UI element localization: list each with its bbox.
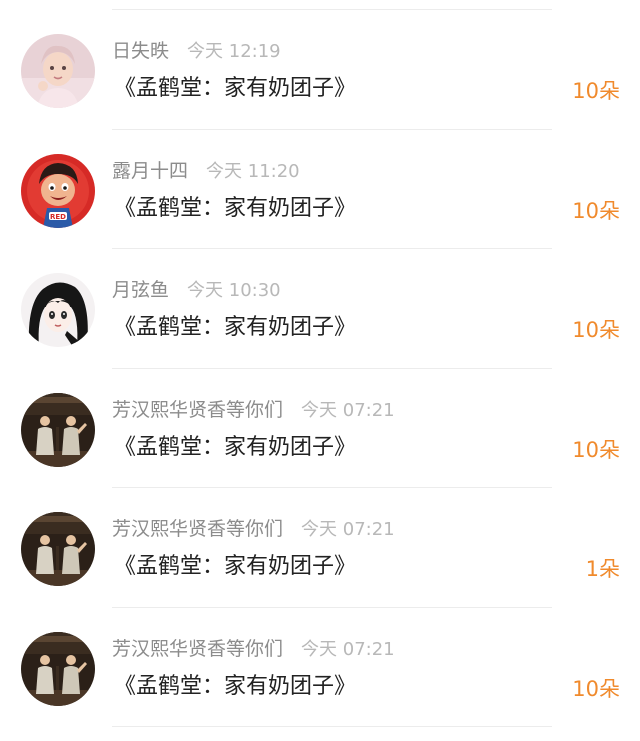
timestamp: 今天 10:30 xyxy=(187,280,281,301)
avatar[interactable] xyxy=(21,512,95,586)
avatar[interactable] xyxy=(21,392,95,467)
book-title[interactable]: 《孟鹤堂：家有奶团子》 xyxy=(114,552,356,582)
sender-name[interactable]: 芳汉熙华贤香等你们 xyxy=(112,638,283,660)
list-item[interactable]: 芳汉熙华贤香等你们 今天 07:21 《孟鹤堂：家有奶团子》 10朵 xyxy=(0,369,640,488)
list-item[interactable]: 日失昳 今天 12:19 《孟鹤堂：家有奶团子》 10朵 xyxy=(0,10,640,130)
sender-name[interactable]: 芳汉熙华贤香等你们 xyxy=(112,518,283,540)
flower-count: 10朵 xyxy=(572,198,620,223)
sender-name[interactable]: 日失昳 xyxy=(112,40,169,62)
flower-count: 10朵 xyxy=(572,79,620,103)
flower-count: 10朵 xyxy=(572,437,620,462)
avatar-stage-duo-icon xyxy=(21,512,95,586)
message-meta: 芳汉熙华贤香等你们 今天 07:21 xyxy=(112,637,395,661)
avatar-anime-girl-icon xyxy=(21,273,95,347)
message-meta: 芳汉熙华贤香等你们 今天 07:21 xyxy=(112,517,395,541)
sender-name[interactable]: 芳汉熙华贤香等你们 xyxy=(112,399,283,421)
book-title[interactable]: 《孟鹤堂：家有奶团子》 xyxy=(114,194,356,224)
list-item[interactable]: RED 露月十四 今天 11:20 《孟鹤堂：家有奶团子》 10朵 xyxy=(0,130,640,249)
message-meta: 露月十四 今天 11:20 xyxy=(112,159,300,183)
avatar[interactable]: RED xyxy=(21,153,95,228)
book-title[interactable]: 《孟鹤堂：家有奶团子》 xyxy=(114,313,356,343)
book-title[interactable]: 《孟鹤堂：家有奶团子》 xyxy=(114,74,356,104)
sender-name[interactable]: 月弦鱼 xyxy=(112,279,169,301)
sender-name[interactable]: 露月十四 xyxy=(112,160,188,182)
svg-text:RED: RED xyxy=(50,213,66,221)
message-list: 日失昳 今天 12:19 《孟鹤堂：家有奶团子》 10朵 RED 露月十四 今天… xyxy=(0,10,640,727)
list-item[interactable]: 芳汉熙华贤香等你们 今天 07:21 《孟鹤堂：家有奶团子》 10朵 xyxy=(0,608,640,727)
book-title[interactable]: 《孟鹤堂：家有奶团子》 xyxy=(114,433,356,463)
flower-count: 1朵 xyxy=(585,557,620,581)
avatar[interactable] xyxy=(21,273,95,347)
book-title[interactable]: 《孟鹤堂：家有奶团子》 xyxy=(114,672,356,702)
flower-count: 10朵 xyxy=(572,676,620,701)
avatar-child-photo-icon xyxy=(21,34,95,108)
list-item[interactable]: 芳汉熙华贤香等你们 今天 07:21 《孟鹤堂：家有奶团子》 1朵 xyxy=(0,488,640,608)
timestamp: 今天 07:21 xyxy=(301,638,395,660)
timestamp: 今天 12:19 xyxy=(187,41,281,62)
timestamp: 今天 07:21 xyxy=(301,519,395,540)
avatar-cartoon-red-icon: RED xyxy=(21,153,95,228)
row-divider xyxy=(112,726,552,727)
flower-count: 10朵 xyxy=(572,318,620,342)
avatar[interactable] xyxy=(21,631,95,706)
timestamp: 今天 07:21 xyxy=(301,399,395,421)
message-meta: 日失昳 今天 12:19 xyxy=(112,39,281,63)
message-meta: 芳汉熙华贤香等你们 今天 07:21 xyxy=(112,398,395,422)
timestamp: 今天 11:20 xyxy=(206,160,300,182)
avatar[interactable] xyxy=(21,34,95,108)
list-item[interactable]: 月弦鱼 今天 10:30 《孟鹤堂：家有奶团子》 10朵 xyxy=(0,249,640,369)
avatar-stage-duo-icon xyxy=(21,392,95,467)
avatar-stage-duo-icon xyxy=(21,631,95,706)
message-meta: 月弦鱼 今天 10:30 xyxy=(112,278,281,302)
